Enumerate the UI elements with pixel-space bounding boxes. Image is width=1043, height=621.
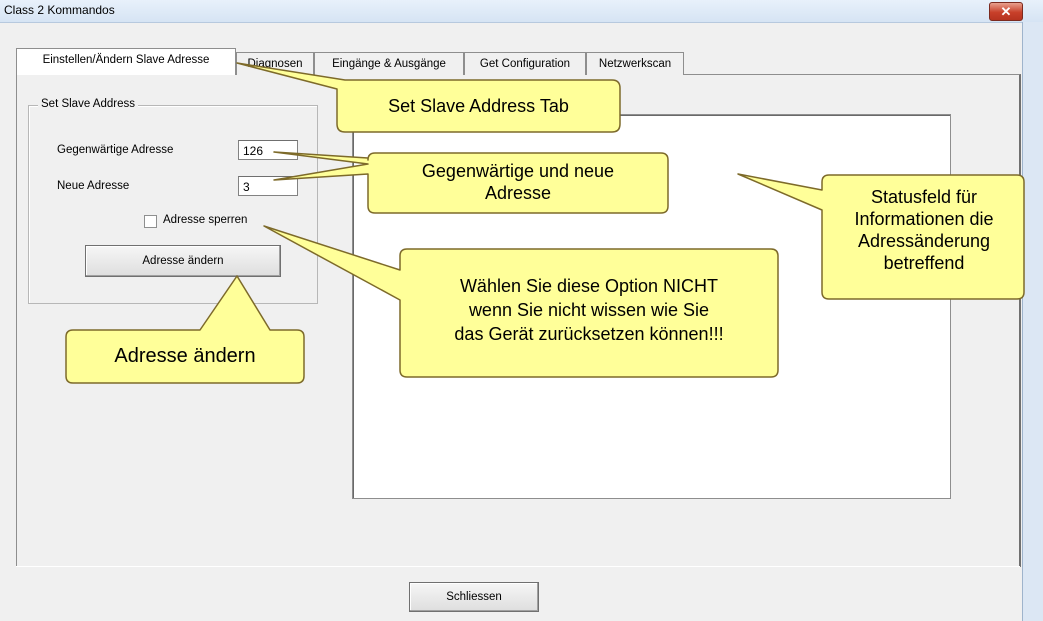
change-address-button[interactable]: Adresse ändern <box>85 245 281 277</box>
new-address-field[interactable]: 3 <box>238 176 298 196</box>
callout-status-line-1: Statusfeld für <box>870 187 978 207</box>
window-border-right <box>1022 22 1043 621</box>
close-button[interactable]: Schliessen <box>409 582 539 612</box>
callout-addresses-line-2: Adresse <box>484 183 552 203</box>
callout-change-text: Adresse ändern <box>114 345 256 367</box>
group-title: Set Slave Address <box>38 98 138 110</box>
separator <box>16 566 1020 567</box>
new-address-label: Neue Adresse <box>57 180 130 192</box>
close-window-button[interactable]: ✕ <box>989 2 1023 21</box>
tab-diagnosen[interactable]: Diagnosen <box>236 52 314 75</box>
callout-addresses-text: Gegenwärtige und neue Adresse <box>372 160 664 204</box>
tab-netzwerkscan[interactable]: Netzwerkscan <box>586 52 684 75</box>
callout-addresses-line-1: Gegenwärtige und neue <box>421 161 615 181</box>
tab-set-slave-address[interactable]: Einstellen/Ändern Slave Adresse <box>16 48 236 75</box>
callout-warning-line-3: das Gerät zurücksetzen können!!! <box>454 324 724 344</box>
current-address-field[interactable]: 126 <box>238 140 298 160</box>
callout-status-line-3: Adressänderung <box>857 231 991 251</box>
callout-warning-text: Wählen Sie diese Option NICHT wenn Sie n… <box>402 274 776 346</box>
lock-address-checkbox[interactable] <box>144 215 157 228</box>
tab-get-configuration[interactable]: Get Configuration <box>464 52 586 75</box>
tab-eingaenge-ausgaenge[interactable]: Eingänge & Ausgänge <box>314 52 464 75</box>
callout-status-line-4: betreffend <box>883 253 965 273</box>
dialog-window: Class 2 Kommandos ✕ Einstellen/Ändern Sl… <box>0 0 1043 621</box>
current-address-label: Gegenwärtige Adresse <box>57 144 174 156</box>
lock-address-label: Adresse sperren <box>163 214 248 226</box>
callout-status-text: Statusfeld für Informationen die Adressä… <box>826 186 1022 274</box>
title-bar[interactable]: Class 2 Kommandos ✕ <box>0 0 1043 23</box>
callout-warning-line-1: Wählen Sie diese Option NICHT <box>459 276 719 296</box>
callout-tab-text: Set Slave Address Tab <box>388 96 569 116</box>
callout-warning-line-2: wenn Sie nicht wissen wie Sie <box>468 300 710 320</box>
callout-status-line-2: Informationen die <box>854 209 994 229</box>
window-title: Class 2 Kommandos <box>4 3 115 17</box>
